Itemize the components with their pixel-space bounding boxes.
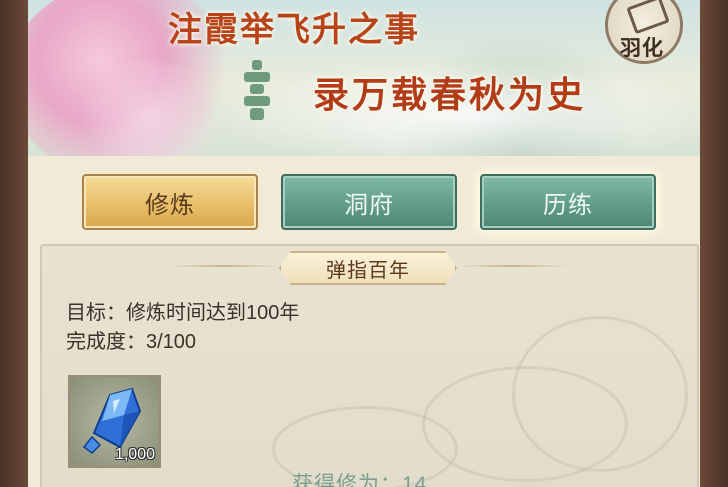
task-title: 弹指百年 [279, 251, 457, 285]
tab-cave-dwelling[interactable]: 洞府 [281, 174, 457, 230]
item-quantity: 1,000 [114, 446, 155, 463]
reward-text: 获得修为：14 [292, 473, 428, 487]
title-divider-right [457, 265, 569, 267]
pagoda-icon [242, 60, 272, 140]
game-screen: 注霞举飞升之事 录万载春秋为史 羽化 修炼 洞府 历练 弹指百年 目标：修炼时间… [0, 0, 728, 487]
blue-crystal-icon [82, 387, 142, 454]
title-divider-left [168, 265, 280, 267]
banner-slogan-line1: 注霞举飞升之事 [168, 10, 420, 50]
goal-label: 目标： [66, 302, 126, 324]
banner-artwork: 注霞举飞升之事 录万载春秋为史 [28, 0, 700, 156]
tab-cultivation[interactable]: 修炼 [82, 174, 258, 230]
left-border [0, 0, 28, 487]
progress-value: 3/100 [146, 331, 197, 353]
badge-label: 羽化 [620, 35, 664, 60]
progress-label: 完成度： [66, 331, 146, 353]
envelope-icon [626, 0, 670, 35]
goal-text: 修炼时间达到100年 [126, 302, 300, 324]
right-border [700, 0, 728, 487]
task-goal: 目标：修炼时间达到100年 [66, 296, 299, 325]
banner-slogan-line2: 录万载春秋为史 [313, 74, 587, 116]
reward-item-slot[interactable]: 1,000 [68, 375, 161, 468]
cloud-swirl-decoration-2 [512, 316, 688, 472]
tab-experience[interactable]: 历练 [480, 174, 656, 230]
task-progress: 完成度：3/100 [66, 325, 196, 354]
